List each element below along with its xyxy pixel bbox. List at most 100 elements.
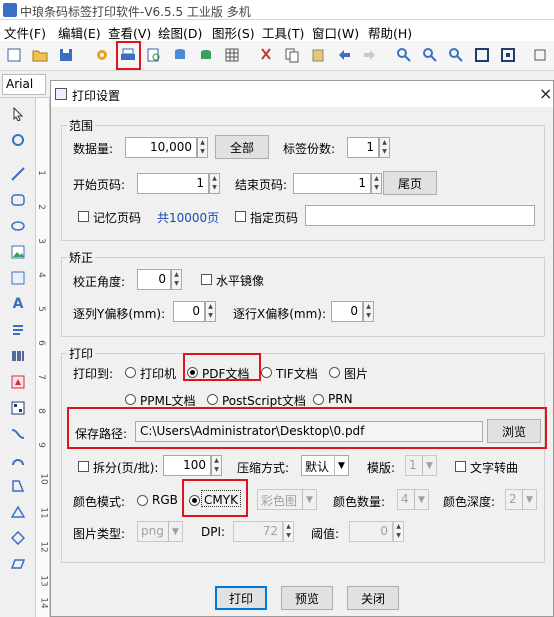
radio-cmyk[interactable]	[189, 495, 200, 506]
menu-help[interactable]: 帮助(H)	[368, 23, 412, 42]
split-checkbox[interactable]	[78, 461, 89, 472]
threshold-spinner[interactable]: ▲ ▼	[393, 521, 404, 542]
barcode-tool-icon[interactable]	[8, 346, 28, 366]
undo-icon[interactable]	[334, 45, 354, 65]
line-tool-icon[interactable]	[8, 164, 28, 184]
preview-button[interactable]: 预览	[281, 586, 333, 610]
y-offset-input[interactable]: 0	[173, 301, 205, 322]
color-count-select[interactable]: 4 ▼	[397, 489, 429, 510]
triangle-tool-icon[interactable]	[8, 502, 28, 522]
dpi-spinner[interactable]: ▲ ▼	[283, 521, 294, 542]
x-offset-spinner[interactable]: ▲ ▼	[363, 301, 374, 322]
image-type-select[interactable]: png ▼	[137, 521, 183, 542]
print-preview-icon[interactable]	[144, 45, 164, 65]
menu-edit[interactable]: 编辑(E)	[58, 23, 101, 42]
mirror-checkbox[interactable]	[201, 274, 212, 285]
end-page-input[interactable]: 1	[293, 173, 371, 194]
color-image-select[interactable]: 彩色图 ▼	[257, 489, 317, 510]
y-offset-spinner[interactable]: ▲ ▼	[205, 301, 216, 322]
curve-tool-icon[interactable]	[8, 424, 28, 444]
menu-tools[interactable]: 工具(T)	[262, 23, 304, 42]
print-button[interactable]: 打印	[215, 586, 267, 610]
rich-text-tool-icon[interactable]	[8, 320, 28, 340]
color-depth-select[interactable]: 2 ▼	[505, 489, 537, 510]
dpi-input[interactable]: 72	[233, 521, 283, 542]
dialog-close-button[interactable]: ×	[539, 84, 552, 103]
menu-window[interactable]: 窗口(W)	[312, 23, 359, 42]
angle-spinner[interactable]: ▲ ▼	[171, 269, 182, 290]
new-file-icon[interactable]	[4, 45, 24, 65]
menu-view[interactable]: 查看(V)	[108, 23, 151, 42]
menu-draw[interactable]: 绘图(D)	[158, 23, 202, 42]
fit-page-icon[interactable]	[472, 45, 492, 65]
text-to-curve-checkbox[interactable]	[455, 461, 466, 472]
radio-ppml[interactable]	[125, 394, 136, 405]
x-offset-input[interactable]: 0	[331, 301, 363, 322]
split-input[interactable]: 100	[163, 455, 211, 476]
copies-input[interactable]: 1	[347, 137, 379, 158]
specify-page-checkbox[interactable]	[235, 211, 246, 222]
save-path-input[interactable]: C:\Users\Administrator\Desktop\0.pdf	[135, 421, 483, 442]
arc-tool-icon[interactable]	[8, 450, 28, 470]
start-page-input[interactable]: 1	[137, 173, 209, 194]
radio-prn[interactable]	[313, 394, 324, 405]
rotate-tool-icon[interactable]	[8, 130, 28, 150]
threshold-input[interactable]: 0	[349, 521, 393, 542]
database-link-icon[interactable]	[196, 45, 216, 65]
font-family-select[interactable]: Arial	[2, 74, 46, 95]
last-page-button[interactable]: 尾页	[383, 171, 437, 195]
rounded-rect-tool-icon[interactable]	[8, 190, 28, 210]
database-icon[interactable]	[170, 45, 190, 65]
zoom-out-icon[interactable]	[420, 45, 440, 65]
radio-tif[interactable]	[261, 367, 272, 378]
grid-icon[interactable]	[222, 45, 242, 65]
zoom-fit-icon[interactable]	[446, 45, 466, 65]
specify-page-input[interactable]	[305, 205, 535, 226]
close-button[interactable]: 关闭	[347, 586, 399, 610]
paste-icon[interactable]	[308, 45, 328, 65]
remember-page-checkbox[interactable]	[78, 211, 89, 222]
radio-pdf[interactable]	[187, 367, 198, 378]
angle-input[interactable]: 0	[137, 269, 171, 290]
chevron-down-icon[interactable]: ▼	[334, 455, 348, 476]
radio-image[interactable]	[329, 367, 340, 378]
radio-postscript[interactable]	[207, 394, 218, 405]
print-icon[interactable]	[118, 45, 138, 65]
chevron-down-icon[interactable]: ▼	[302, 489, 316, 510]
copy-icon[interactable]	[282, 45, 302, 65]
redo-icon[interactable]	[360, 45, 380, 65]
cut-icon[interactable]	[256, 45, 276, 65]
image-tool-icon[interactable]	[8, 242, 28, 262]
radio-printer[interactable]	[125, 367, 136, 378]
template-select[interactable]: 1 ▼	[405, 455, 437, 476]
end-page-spinner[interactable]: ▲ ▼	[371, 173, 382, 194]
triangle-image-tool-icon[interactable]	[8, 372, 28, 392]
menu-file[interactable]: 文件(F)	[4, 23, 46, 42]
parallelogram-tool-icon[interactable]	[8, 554, 28, 574]
split-spinner[interactable]: ▲ ▼	[211, 455, 222, 476]
copies-spinner[interactable]: ▲ ▼	[379, 137, 390, 158]
polyline-tool-icon[interactable]	[8, 476, 28, 496]
all-button[interactable]: 全部	[215, 135, 269, 159]
save-icon[interactable]	[56, 45, 76, 65]
chevron-down-icon[interactable]: ▼	[168, 521, 182, 542]
ellipse-tool-icon[interactable]	[8, 216, 28, 236]
toolbar-extra-icon[interactable]	[530, 45, 550, 65]
browse-button[interactable]: 浏览	[487, 419, 541, 443]
diamond-tool-icon[interactable]	[8, 528, 28, 548]
chevron-down-icon[interactable]: ▼	[422, 455, 436, 476]
zoom-in-icon[interactable]	[394, 45, 414, 65]
menu-shape[interactable]: 图形(S)	[212, 23, 255, 42]
chevron-down-icon[interactable]: ▼	[522, 489, 536, 510]
settings-gear-icon[interactable]	[92, 45, 112, 65]
qrcode-tool-icon[interactable]	[8, 398, 28, 418]
count-input[interactable]: 10,000	[125, 137, 197, 158]
radio-rgb[interactable]	[137, 495, 148, 506]
text-tool-icon[interactable]: A	[8, 294, 28, 314]
start-page-spinner[interactable]: ▲ ▼	[209, 173, 220, 194]
chevron-down-icon[interactable]: ▼	[414, 489, 428, 510]
picture-tool-icon[interactable]	[8, 268, 28, 288]
count-spinner[interactable]: ▲ ▼	[197, 137, 208, 158]
actual-size-icon[interactable]	[498, 45, 518, 65]
select-pointer-icon[interactable]	[8, 104, 28, 124]
